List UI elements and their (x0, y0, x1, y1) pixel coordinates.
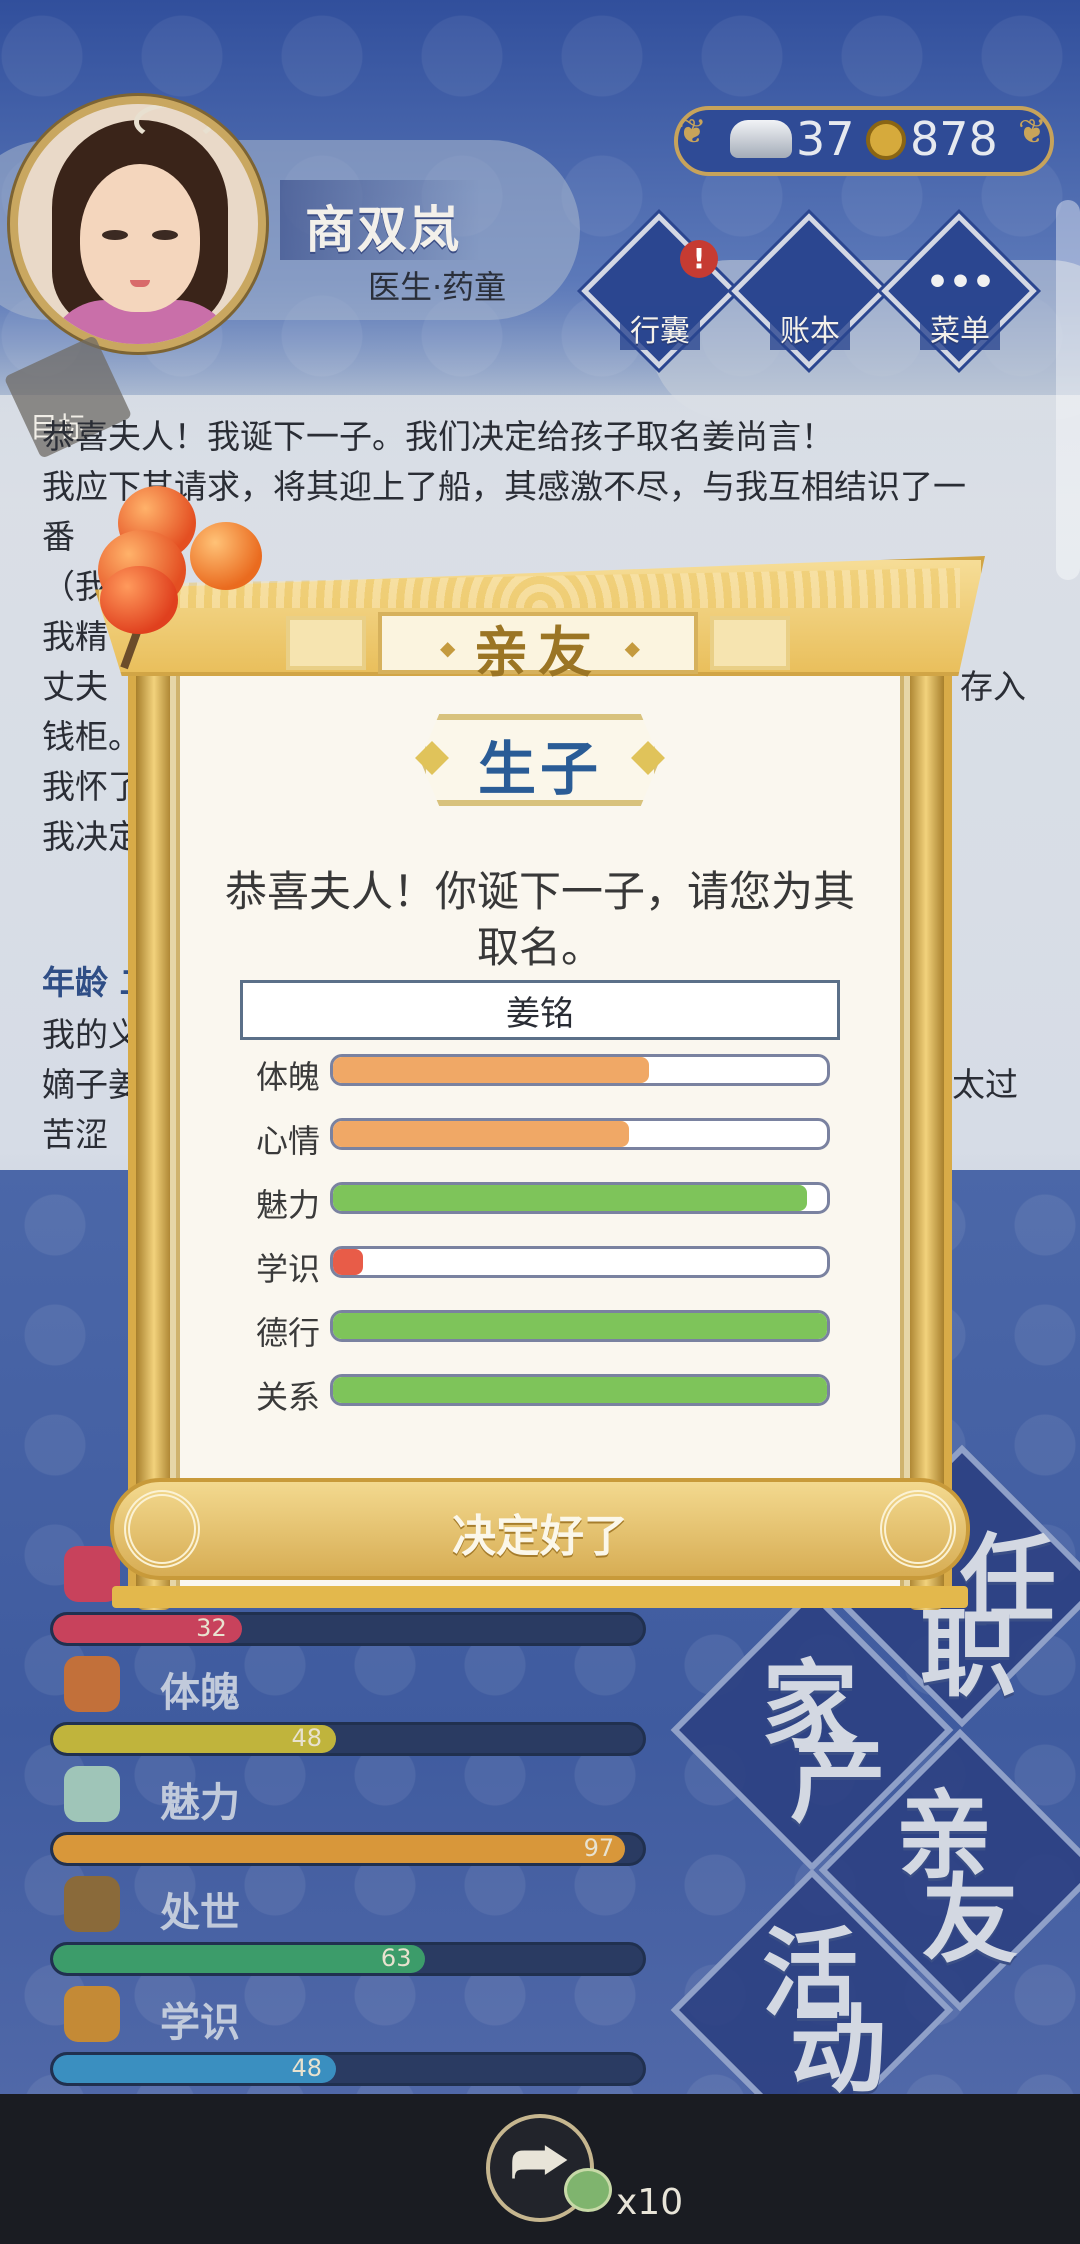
candied-haws-icon (190, 522, 262, 590)
attribute-bar-fill (333, 1377, 827, 1403)
attribute-bar-fill (333, 1185, 808, 1211)
attribute-bar-fill (333, 1121, 630, 1147)
share-icon: ⮫ (510, 2126, 570, 2200)
event-title: 生子 (477, 735, 602, 803)
toad-count: x10 (616, 2182, 684, 2223)
event-message: 恭喜夫人！你诞下一子，请您为其 (224, 867, 855, 916)
scroll-bottom-rod (112, 1586, 968, 1608)
attribute-label: 关系 (255, 1378, 320, 1416)
attribute-bar (330, 1310, 830, 1342)
attribute-bar (330, 1118, 830, 1150)
attribute-label: 德行 (255, 1314, 320, 1352)
paper-border (900, 660, 904, 1590)
attribute-bar (330, 1054, 830, 1086)
game-scene: 商双岚 医生·药童 ❦ ❦ 37 878 ! 行囊 账本 ••• 菜单 目标 恭… (0, 0, 1080, 2244)
event-message: 取名。 (476, 923, 603, 972)
toad-icon (564, 2168, 612, 2212)
attribute-bar (330, 1374, 830, 1406)
attribute-label: 魅力 (255, 1186, 320, 1224)
paper-border (176, 660, 180, 1590)
scroll-rod (136, 600, 172, 1610)
header-ornament (286, 616, 366, 670)
modal-title: 亲友 (474, 621, 602, 684)
header-ornament (710, 616, 790, 670)
attribute-label: 心情 (255, 1122, 320, 1160)
attribute-label: 学识 (255, 1250, 320, 1288)
attribute-bar-fill (333, 1249, 363, 1275)
attribute-bar-fill (333, 1057, 650, 1083)
attribute-bar (330, 1246, 830, 1278)
attribute-bar-fill (333, 1313, 827, 1339)
child-name-input[interactable] (240, 980, 840, 1040)
confirm-label: 决定好了 (452, 1511, 628, 1562)
scroll-rod (908, 600, 944, 1610)
attribute-bar (330, 1182, 830, 1214)
candied-haws-icon (100, 566, 178, 634)
attribute-label: 体魄 (255, 1058, 320, 1096)
